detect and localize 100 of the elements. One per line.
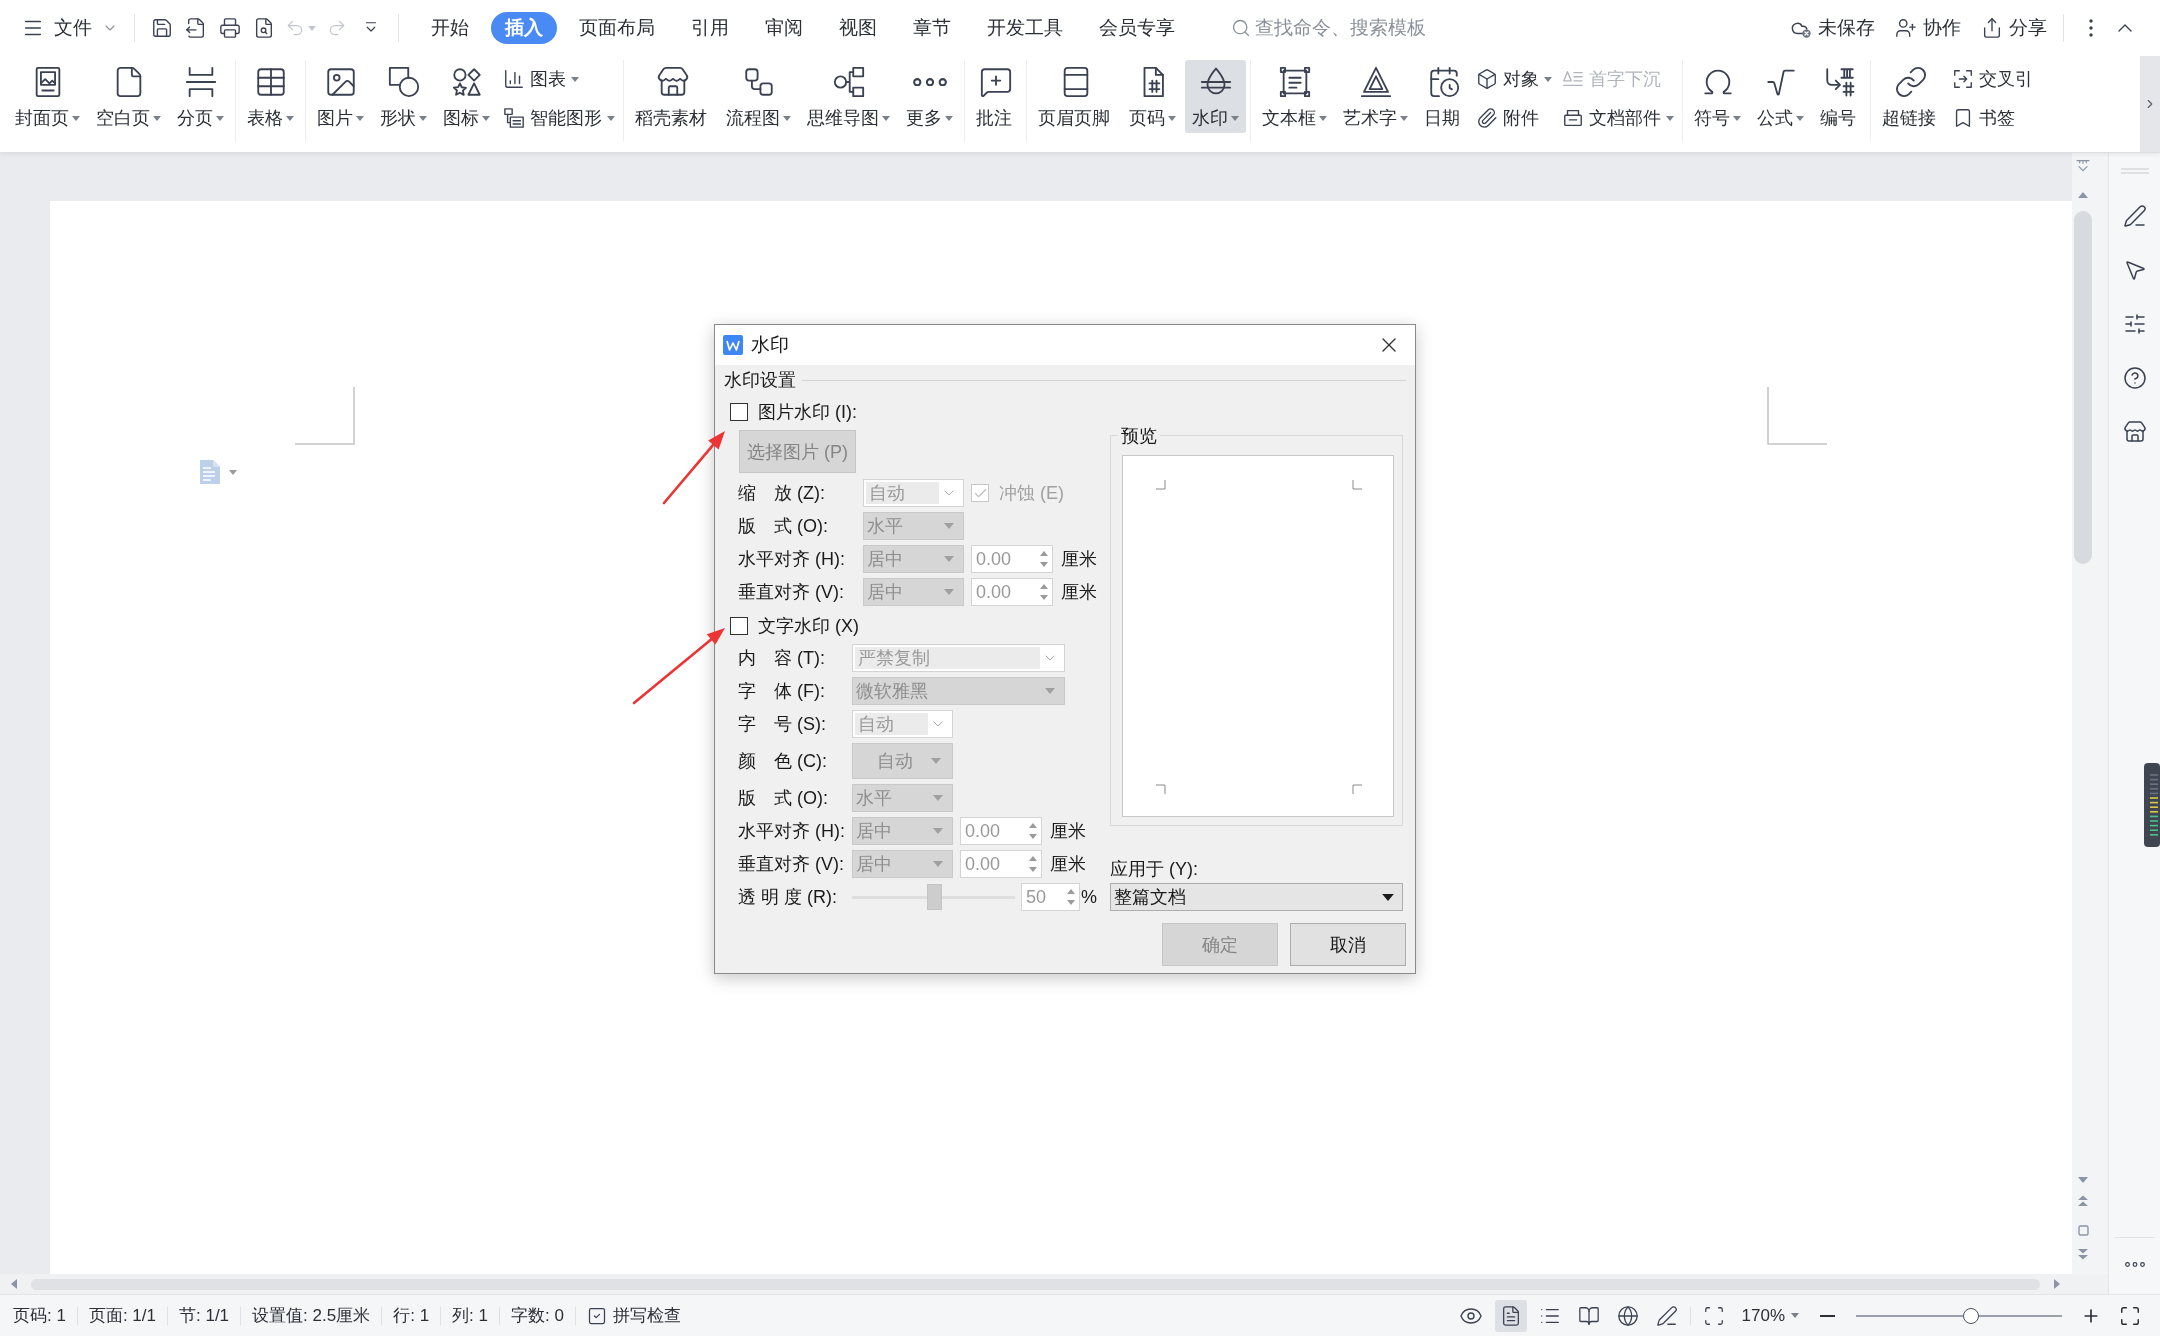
ribbon-button[interactable]: 表格 <box>240 60 301 133</box>
menu-tab[interactable]: 开发工具 <box>973 12 1077 44</box>
paperclip-icon <box>1476 107 1498 129</box>
toolbar-action-button[interactable]: 未保存 <box>1784 11 1881 45</box>
ribbon-button[interactable]: 页眉页脚 <box>1031 60 1120 133</box>
paste-options-button[interactable] <box>200 460 237 484</box>
vertical-scrollbar[interactable] <box>2072 153 2108 1274</box>
ruler-icon[interactable] <box>2075 158 2091 174</box>
ribbon-button[interactable]: 日期 <box>1417 60 1470 133</box>
scroll-up-arrow-icon[interactable] <box>2078 190 2088 200</box>
caret-down-icon <box>882 115 890 121</box>
caret-down-icon <box>783 115 791 121</box>
dropdown-arrow-icon <box>933 828 943 834</box>
ribbon-button[interactable]: 水印 <box>1185 60 1246 133</box>
ribbon-button[interactable]: 编号 <box>1813 60 1866 133</box>
ribbon-button[interactable]: 书签 <box>1948 102 2037 134</box>
ribbon-button[interactable]: 分页 <box>170 60 231 133</box>
caret-down-icon <box>945 115 953 121</box>
tray-icon <box>1562 107 1584 129</box>
ribbon-button[interactable]: 文本框 <box>1255 60 1334 133</box>
slider-thumb[interactable] <box>1963 1307 1980 1324</box>
double-down-arrow-icon[interactable] <box>2077 1248 2089 1260</box>
caret-down-icon <box>356 115 364 121</box>
horizontal-scrollbar[interactable] <box>0 1274 2108 1294</box>
ribbon-button[interactable]: 页码 <box>1122 60 1183 133</box>
status-field: 节: 1/1 <box>168 1304 241 1327</box>
scroll-down-arrow-icon[interactable] <box>2078 1175 2088 1185</box>
small-square-icon[interactable] <box>2077 1225 2089 1236</box>
checkbox-label: 图片水印 (I): <box>758 401 857 424</box>
unit-label: 厘米 <box>1050 853 1086 876</box>
help-icon <box>2122 366 2147 390</box>
menu-tab[interactable]: 开始 <box>417 12 483 44</box>
printer-icon <box>219 17 241 39</box>
zoom-level-button[interactable]: 170% <box>1736 1299 1804 1332</box>
caret-down-icon <box>308 25 316 31</box>
ribbon-button[interactable]: 公式 <box>1750 60 1811 133</box>
ribbon-button[interactable]: 超链接 <box>1875 60 1946 133</box>
fullscreen-icon <box>2119 1304 2141 1327</box>
menu-tab[interactable]: 视图 <box>825 12 891 44</box>
drag-handle-icon[interactable] <box>2120 168 2149 174</box>
scroll-right-arrow-icon[interactable] <box>2052 1279 2062 1289</box>
kebab-icon <box>2089 19 2093 37</box>
ribbon-button[interactable]: 空白页 <box>89 60 168 133</box>
field-label: 字 号 (S): <box>738 713 827 736</box>
user-plus-icon <box>1895 17 1917 39</box>
toolbar-action-button[interactable]: 分享 <box>1975 11 2053 45</box>
document-icon <box>200 460 220 484</box>
ribbon-button[interactable]: 智能图形 <box>499 102 619 134</box>
ribbon-button[interactable]: 文档部件 <box>1558 102 1678 134</box>
caret-down-icon <box>286 115 294 121</box>
ribbon-button[interactable]: 艺术字 <box>1336 60 1415 133</box>
caret-down-icon <box>1400 115 1408 121</box>
scrollbar-thumb[interactable] <box>2074 211 2092 564</box>
spell-check-button[interactable]: 拼写检查 <box>581 1299 686 1332</box>
ribbon-button[interactable]: 符号 <box>1687 60 1748 133</box>
menu-tab[interactable]: 章节 <box>899 12 965 44</box>
zoom-slider[interactable] <box>1856 1307 2062 1324</box>
store-icon <box>2122 420 2147 444</box>
ribbon-button[interactable]: 思维导图 <box>800 60 897 133</box>
caret-down-icon <box>1231 115 1239 121</box>
ribbon-button[interactable]: 图片 <box>310 60 371 133</box>
more-icon <box>2124 1261 2145 1267</box>
checkbox[interactable] <box>730 617 748 635</box>
ribbon-button[interactable]: 封面页 <box>8 60 87 133</box>
crop-mark-icon <box>1156 784 1166 794</box>
crop-mark-icon <box>1352 784 1362 794</box>
menu-tab[interactable]: 引用 <box>677 12 743 44</box>
scroll-left-arrow-icon[interactable] <box>9 1279 19 1289</box>
menu-tab[interactable]: 页面布局 <box>565 12 669 44</box>
double-up-arrow-icon[interactable] <box>2077 1195 2089 1207</box>
ribbon-button[interactable]: 附件 <box>1472 102 1556 134</box>
ribbon-button[interactable]: 更多 <box>899 60 960 133</box>
file-menu-button[interactable]: 文件 <box>16 10 124 46</box>
checkbox[interactable] <box>730 403 748 421</box>
redo-icon <box>327 18 347 38</box>
ribbon-button[interactable]: 图表 <box>499 63 619 95</box>
undo-icon <box>285 18 305 38</box>
ribbon-button[interactable]: 稻壳素材 <box>628 60 717 133</box>
menu-tab[interactable]: 会员专享 <box>1085 12 1189 44</box>
field-label: 垂直对齐 (V): <box>738 581 845 604</box>
ribbon-button[interactable]: 对象 <box>1472 63 1556 95</box>
caret-down-icon <box>571 76 579 82</box>
toolbar-action-button[interactable]: 协作 <box>1889 11 1967 45</box>
search-icon <box>1231 18 1251 38</box>
search-field[interactable]: 查找命令、搜索模板 <box>1227 11 1449 45</box>
ribbon-button[interactable]: 批注 <box>969 60 1022 133</box>
ribbon-button[interactable]: 形状 <box>373 60 434 133</box>
field-label: 垂直对齐 (V): <box>738 853 845 876</box>
save-icon <box>151 17 173 39</box>
ribbon-button[interactable]: 流程图 <box>719 60 798 133</box>
menu-tab[interactable]: 审阅 <box>751 12 817 44</box>
crop-mark-icon <box>1352 480 1362 490</box>
ribbon-button[interactable]: 交叉引 <box>1948 63 2037 95</box>
dialog-button[interactable]: 取消 <box>1290 923 1406 966</box>
status-field: 页面: 1/1 <box>77 1304 167 1327</box>
apply-to-dropdown[interactable]: 整篇文档 <box>1110 883 1403 911</box>
view-mode-button[interactable] <box>1494 1299 1527 1332</box>
field-label: 透 明 度 (R): <box>738 886 838 909</box>
ribbon-button[interactable]: 图标 <box>436 60 497 133</box>
dropdown-arrow-icon <box>1045 688 1055 694</box>
